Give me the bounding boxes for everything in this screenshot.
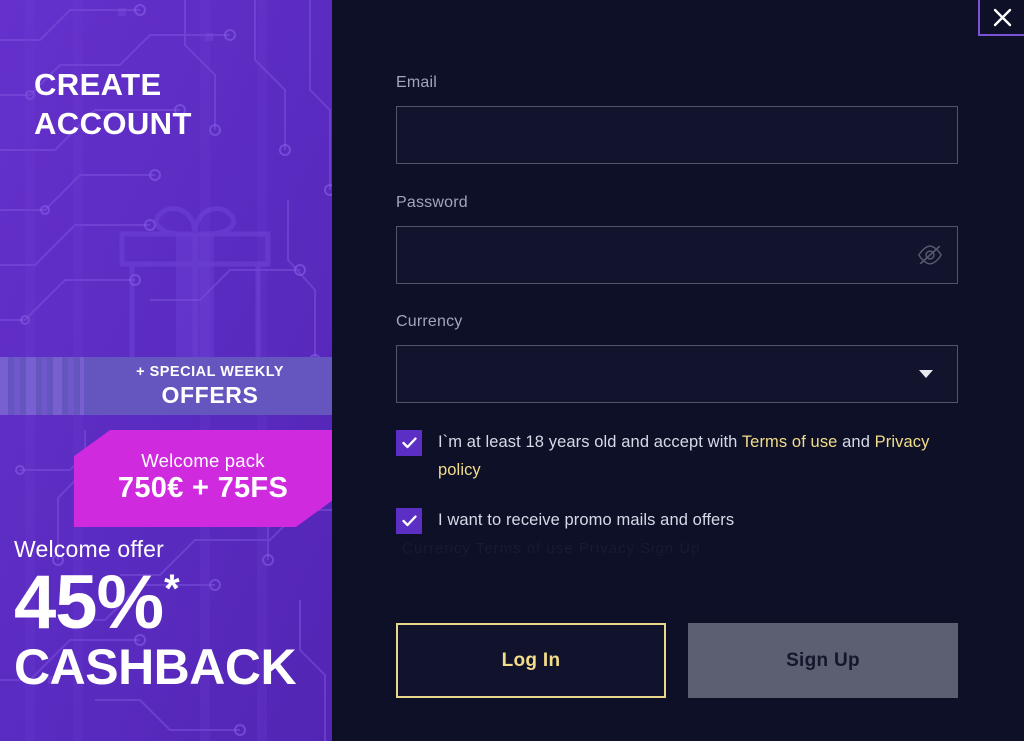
cashback-word: CASHBACK (14, 638, 297, 695)
signup-form-panel: Email Password Currency I`m at least 18 … (332, 0, 1024, 741)
promo-panel: CREATE ACCOUNT + SPECIAL WEEKLY OFFERS W… (0, 0, 332, 741)
page-title: CREATE ACCOUNT (34, 66, 314, 144)
welcome-pack-amount: 750€ + 75FS (117, 472, 289, 505)
currency-label: Currency (396, 313, 463, 330)
terms-text-before: I`m at least 18 years old and accept wit… (438, 433, 742, 451)
close-icon (993, 8, 1011, 26)
email-label: Email (396, 74, 438, 91)
currency-select[interactable] (396, 345, 958, 403)
password-input[interactable] (397, 227, 957, 283)
password-label: Password (396, 194, 468, 211)
weekly-offers-bottom-line: OFFERS (161, 381, 259, 408)
weekly-offers-top-line: + SPECIAL WEEKLY (136, 364, 284, 381)
welcome-pack-label: Welcome pack (141, 449, 265, 471)
special-weekly-offers-banner: + SPECIAL WEEKLY OFFERS (0, 357, 332, 415)
check-icon (401, 437, 417, 449)
terms-text: I`m at least 18 years old and accept wit… (438, 428, 956, 484)
cashback-percent: 45% * (14, 565, 332, 641)
signup-button-label: Sign Up (786, 649, 860, 671)
promo-mails-text: I want to receive promo mails and offers (438, 511, 735, 529)
cashback-percent-value: 45% (14, 560, 164, 645)
email-field[interactable] (396, 106, 958, 164)
welcome-pack-ribbon: Welcome pack 750€ + 75FS (74, 430, 332, 527)
terms-of-use-link[interactable]: Terms of use (742, 433, 838, 451)
gift-watermark-icon (119, 206, 271, 363)
terms-text-middle: and (837, 433, 875, 451)
currency-input[interactable] (397, 346, 957, 402)
registration-modal: CREATE ACCOUNT + SPECIAL WEEKLY OFFERS W… (0, 0, 1024, 741)
promo-mails-checkbox-row[interactable]: I want to receive promo mails and offers (396, 506, 956, 534)
terms-checkbox-row[interactable]: I`m at least 18 years old and accept wit… (396, 428, 956, 484)
promo-mails-checkbox[interactable] (396, 508, 422, 534)
login-button[interactable]: Log In (396, 623, 666, 698)
terms-checkbox[interactable] (396, 430, 422, 456)
close-button[interactable] (978, 0, 1024, 36)
cashback-asterisk: * (164, 567, 180, 611)
cashback-offer-block: Welcome offer 45% * CASHBACK (14, 538, 332, 692)
weekly-offers-text: + SPECIAL WEEKLY OFFERS (88, 357, 332, 415)
welcome-offer-label: Welcome offer (14, 536, 165, 562)
login-button-label: Log In (501, 649, 561, 671)
banner-bars-decoration-icon (0, 357, 84, 415)
title-line-2: ACCOUNT (34, 105, 192, 141)
eye-off-icon[interactable] (917, 244, 943, 266)
password-field[interactable] (396, 226, 958, 284)
email-input[interactable] (397, 107, 957, 163)
check-icon (401, 515, 417, 527)
signup-button[interactable]: Sign Up (688, 623, 958, 698)
ghost-text-artifact: Currency Terms of use Privacy Sign Up (402, 540, 701, 557)
chevron-down-icon[interactable] (919, 370, 933, 378)
title-line-1: CREATE (34, 67, 162, 102)
